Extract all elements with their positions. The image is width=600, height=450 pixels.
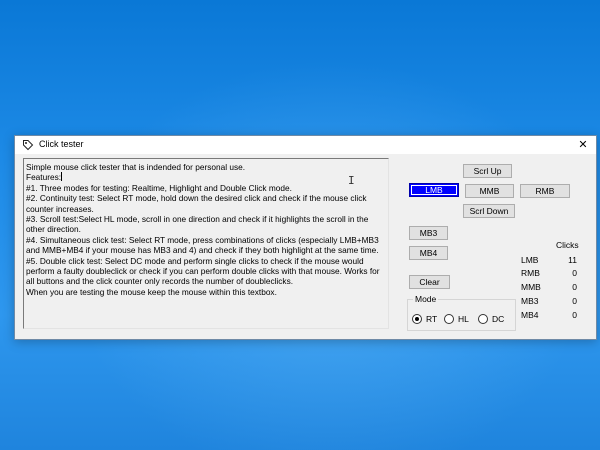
mmb-button[interactable]: MMB	[465, 184, 514, 198]
text-line: #4. Simultaneous click test: Select RT m…	[26, 234, 379, 256]
count-label: MB4	[521, 310, 539, 320]
rmb-button[interactable]: RMB	[520, 184, 570, 198]
close-button[interactable]: ✕	[570, 136, 596, 154]
mode-radio-dc[interactable]: DC	[478, 313, 510, 325]
mode-legend: Mode	[413, 294, 439, 304]
clicks-header: Clicks	[556, 240, 579, 250]
mode-radio-rt[interactable]: RT	[412, 313, 440, 325]
click-tester-window: Click tester ✕ Simple mouse click tester…	[14, 135, 597, 340]
clear-button[interactable]: Clear	[409, 275, 450, 289]
mode-group: Mode RT HL DC	[407, 294, 516, 331]
tag-icon	[23, 140, 34, 151]
text-caret	[61, 172, 63, 182]
count-value: 11	[568, 255, 577, 265]
scroll-up-button[interactable]: Scrl Up	[463, 164, 512, 178]
mode-radio-hl[interactable]: HL	[444, 313, 474, 325]
title-bar[interactable]: Click tester ✕	[15, 136, 596, 154]
close-icon: ✕	[578, 139, 588, 151]
count-row-rmb: RMB 0	[521, 268, 591, 280]
radio-unchecked-icon	[444, 314, 454, 324]
count-label: MMB	[521, 282, 541, 292]
instructions-textbox[interactable]: Simple mouse click tester that is indend…	[23, 158, 389, 329]
mb4-button[interactable]: MB4	[409, 246, 448, 260]
text-line: Simple mouse click tester that is indend…	[26, 162, 246, 172]
text-line: When you are testing the mouse keep the …	[26, 286, 277, 297]
count-value: 0	[572, 282, 577, 292]
lmb-button[interactable]: LMB	[409, 183, 459, 197]
scroll-down-button[interactable]: Scrl Down	[463, 204, 515, 218]
text-line: Features:	[26, 172, 63, 183]
count-row-mb4: MB4 0	[521, 310, 591, 322]
text-line: #1. Three modes for testing: Realtime, H…	[26, 182, 292, 193]
count-label: RMB	[521, 268, 540, 278]
count-label: LMB	[521, 255, 539, 265]
text-line: #5. Double click test: Select DC mode an…	[26, 255, 380, 287]
count-value: 0	[572, 296, 577, 306]
text-line: #3. Scroll test:Select HL mode, scroll i…	[26, 214, 369, 235]
count-value: 0	[572, 310, 577, 320]
radio-unchecked-icon	[478, 314, 488, 324]
radio-checked-icon	[412, 314, 422, 324]
count-row-lmb: LMB 11	[521, 255, 591, 267]
text-line: #2. Continuity test: Select RT mode, hol…	[26, 193, 367, 214]
ibeam-cursor-icon: I	[348, 174, 355, 187]
count-row-mmb: MMB 0	[521, 282, 591, 294]
count-value: 0	[572, 268, 577, 278]
window-title: Click tester	[39, 139, 84, 149]
mb3-button[interactable]: MB3	[409, 226, 448, 240]
count-row-mb3: MB3 0	[521, 296, 591, 308]
count-label: MB3	[521, 296, 539, 306]
